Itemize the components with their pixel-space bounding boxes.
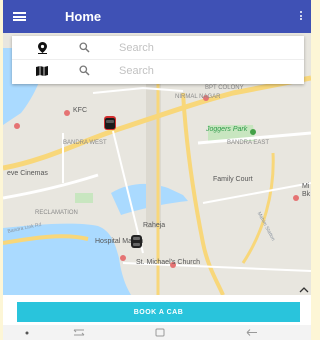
- map-label-bandra-west: BANDRA WEST: [63, 140, 107, 146]
- search-icon: [79, 42, 90, 53]
- car-icon[interactable]: [103, 115, 117, 131]
- book-cab-button[interactable]: BOOK A CAB: [17, 302, 300, 322]
- map-icon: [36, 66, 48, 76]
- map-label-kfc: KFC: [73, 107, 87, 114]
- app-bar: Home: [3, 0, 311, 33]
- map-label-raheja: Raheja: [143, 222, 166, 229]
- page-title: Home: [65, 9, 102, 24]
- map-label-mi: Mi: [302, 183, 310, 190]
- recents-icon[interactable]: [246, 329, 258, 336]
- map-label-bandra-east: BANDRA EAST: [227, 140, 270, 146]
- home-icon[interactable]: [155, 328, 165, 337]
- map-label-joggers-park: Joggers Park: [206, 126, 248, 133]
- search-card: [12, 36, 304, 84]
- map-label-reclamation: RECLAMATION: [35, 210, 78, 216]
- drop-search-input[interactable]: [119, 62, 289, 80]
- search-icon: [79, 65, 90, 76]
- map-label-bpt-colony: BPT COLONY: [205, 85, 244, 91]
- back-icon[interactable]: [73, 329, 85, 336]
- pickup-search-input[interactable]: [119, 39, 289, 57]
- more-vert-icon[interactable]: [300, 11, 303, 22]
- dot-icon: [25, 331, 29, 335]
- map-label-bk: Bk: [302, 191, 311, 198]
- system-nav-bar: [3, 325, 311, 340]
- phone-screen: Home BPT COLONY KFC NIRMAL NAGAR Joggers…: [3, 0, 311, 340]
- chevron-up-icon[interactable]: [299, 287, 309, 293]
- car-icon[interactable]: [130, 234, 143, 249]
- map-label-eve-cinemas: eve Cinemas: [7, 170, 48, 177]
- map-label-nirmal-nagar: NIRMAL NAGAR: [175, 94, 221, 100]
- drop-search-row: [12, 60, 304, 82]
- map-label-family-court: Family Court: [213, 176, 253, 183]
- menu-icon[interactable]: [13, 12, 26, 21]
- location-pin-icon: [38, 42, 47, 54]
- map-label-st-michaels-church: St. Michael's Church: [136, 259, 200, 266]
- pickup-search-row: [12, 37, 304, 60]
